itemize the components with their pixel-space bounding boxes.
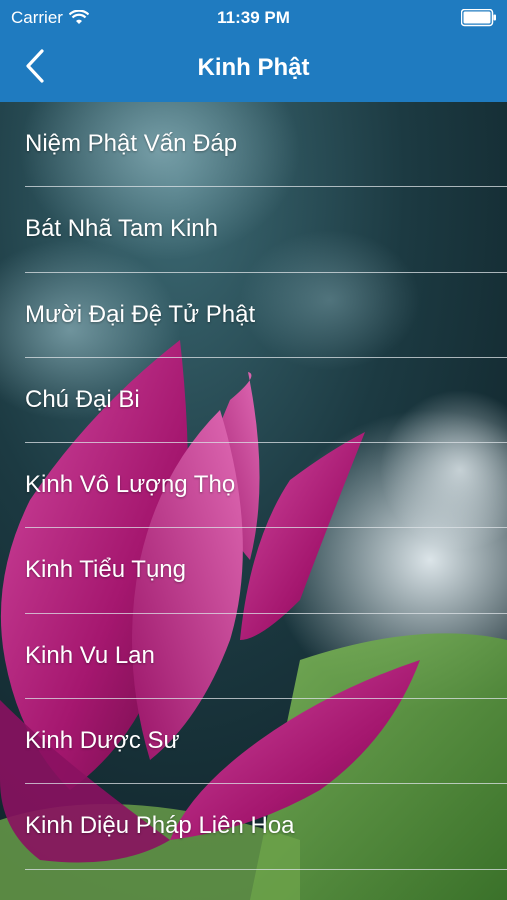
status-time: 11:39 PM <box>217 8 290 27</box>
list-item[interactable]: Kinh Vô Lượng Thọ <box>0 443 507 529</box>
list-item[interactable]: Niệm Phật Vấn Đáp <box>0 102 507 188</box>
sutra-list: Niệm Phật Vấn Đáp Bát Nhã Tam Kinh Mười … <box>0 102 507 870</box>
divider <box>25 868 507 870</box>
list-item-label: Kinh Dược Sư <box>25 727 180 755</box>
list-item-label: Mười Đại Đệ Tử Phật <box>25 300 256 328</box>
page-title: Kinh Phật <box>197 54 310 81</box>
list-item[interactable]: Chú Đại Bi <box>0 358 507 444</box>
list-item-label: Niệm Phật Vấn Đáp <box>25 130 238 157</box>
status-bar: Carrier 11:39 PM <box>0 0 507 36</box>
list-item[interactable]: Kinh Dược Sư <box>0 699 507 785</box>
list-item-label: Kinh Vu Lan <box>25 641 155 669</box>
list-item-label: Chú Đại Bi <box>25 385 140 413</box>
list-item[interactable]: Mười Đại Đệ Tử Phật <box>0 273 507 358</box>
list-item[interactable]: Kinh Tiểu Tụng <box>0 528 507 614</box>
list-item[interactable]: Kinh Vu Lan <box>0 614 507 700</box>
list-item-label: Kinh Tiểu Tụng <box>25 556 187 584</box>
battery-icon <box>461 9 496 27</box>
list-item[interactable]: Bát Nhã Tam Kinh <box>0 187 507 273</box>
list-item[interactable]: Kinh Diệu Pháp Liên Hoa <box>0 784 507 870</box>
list-item-label: Kinh Vô Lượng Thọ <box>25 471 236 499</box>
list-item-label: Bát Nhã Tam Kinh <box>25 215 218 243</box>
navigation-bar: Kinh Phật <box>0 36 507 102</box>
list-item-label: Kinh Diệu Pháp Liên Hoa <box>25 812 295 840</box>
